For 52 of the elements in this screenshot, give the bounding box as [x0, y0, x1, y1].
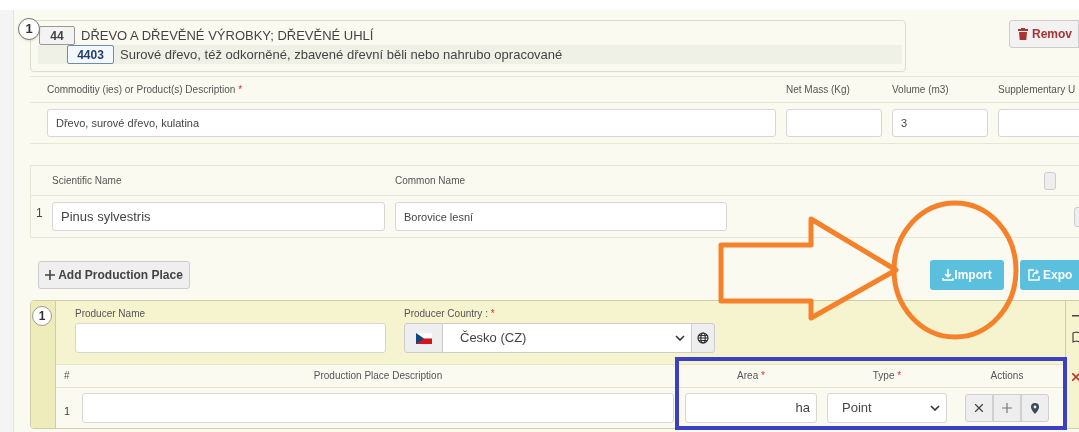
chapter-title: DŘEVO A DŘEVĚNÉ VÝROBKY; DŘEVĚNÉ UHLÍ — [81, 26, 374, 45]
heading-code: 4403 — [67, 45, 114, 64]
column-header: Scientific Name — [52, 174, 123, 188]
column-header: Actions — [990, 370, 1024, 382]
row-number: 1 — [63, 403, 72, 419]
item-number: 1 — [18, 18, 40, 40]
field-label: Producer Name — [75, 307, 147, 318]
type-select[interactable]: Point — [827, 393, 947, 424]
clear-button[interactable] — [965, 394, 993, 423]
input-field[interactable]: 3 — [892, 109, 988, 137]
input-field[interactable] — [75, 323, 386, 353]
globe-icon — [697, 332, 709, 344]
input-field[interactable]: Dřevo, surové dřevo, kulatina — [47, 109, 776, 137]
country-select[interactable]: Česko (CZ) — [443, 323, 691, 353]
field-label: Producer Country : * — [404, 307, 496, 318]
input-field[interactable] — [998, 109, 1079, 137]
map-icon[interactable] — [1072, 331, 1079, 343]
field-label: Commoditiy (ies) or Product(s) Description * — [47, 84, 243, 95]
row-number: 1 — [35, 205, 44, 222]
column-header: Common Name — [395, 174, 467, 188]
minus-icon[interactable] — [1072, 315, 1079, 317]
add-production-place-button[interactable]: Add Production Place — [38, 261, 190, 289]
trash-icon — [1018, 28, 1028, 40]
column-header: Production Place Description — [313, 370, 443, 382]
share-icon — [1028, 269, 1040, 281]
place-number: 1 — [32, 306, 52, 326]
chevron-down-icon — [930, 405, 940, 412]
field-label: Supplementary U — [998, 84, 1076, 95]
heading-title: Surové dřevo, též odkorněné, zbavené dřevní běli nebo nahrubo opracované — [120, 45, 563, 64]
field-label: Volume (m3) — [892, 84, 949, 95]
area-field[interactable]: ha — [685, 393, 817, 424]
globe-button[interactable] — [691, 323, 715, 353]
column-header: # — [64, 370, 70, 382]
column-header: Area * — [737, 370, 765, 382]
remove-button[interactable]: Remov — [1009, 20, 1079, 48]
input-field[interactable]: Borovice lesní — [395, 202, 727, 231]
plus-icon — [1002, 403, 1012, 414]
input-field[interactable] — [82, 393, 674, 424]
input-field[interactable] — [786, 109, 882, 137]
chapter-code: 44 — [39, 26, 75, 45]
column-header: Type * — [872, 370, 902, 382]
close-icon — [975, 404, 983, 413]
unit-label: ha — [795, 399, 810, 418]
location-button[interactable] — [1021, 394, 1049, 423]
input-field[interactable]: Pinus sylvestris — [52, 202, 385, 231]
plus-icon — [45, 270, 56, 280]
close-icon[interactable] — [1072, 373, 1079, 381]
field-label: Net Mass (Kg) — [786, 84, 850, 95]
map-pin-icon — [1031, 402, 1039, 414]
chevron-down-icon — [675, 335, 685, 341]
flag-icon — [404, 323, 443, 353]
download-icon — [942, 269, 955, 281]
